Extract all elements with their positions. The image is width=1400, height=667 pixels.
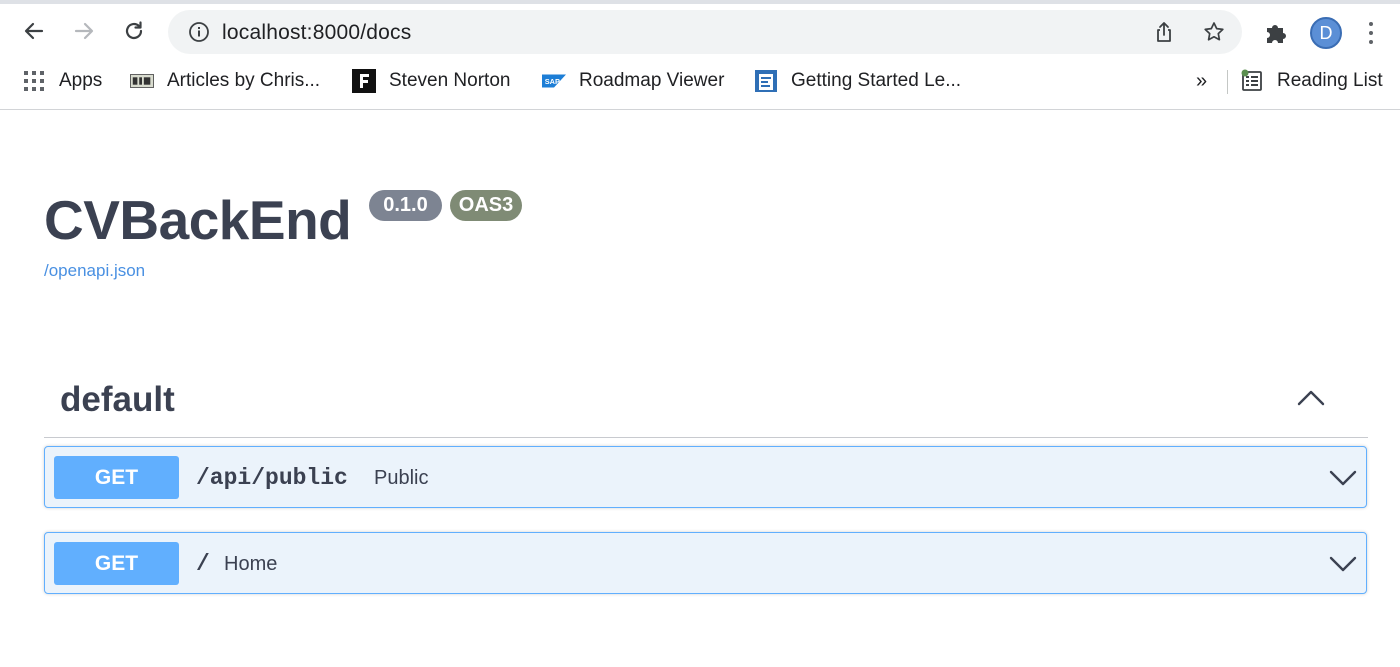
bookmark-label: Articles by Chris...: [167, 70, 321, 91]
address-url[interactable]: localhost:8000/docs: [222, 21, 411, 45]
browser-chrome: localhost:8000/docs D Apps Articles by C…: [0, 0, 1400, 110]
chevron-down-icon[interactable]: [1328, 553, 1358, 575]
browser-menu-icon[interactable]: [1364, 19, 1378, 47]
oas-badge: OAS3: [450, 190, 522, 221]
bookmark-star-icon[interactable]: [1202, 20, 1226, 44]
api-title: CVBackEnd: [44, 189, 352, 251]
arrow-right-icon: [74, 22, 94, 40]
http-method-badge: GET: [54, 542, 179, 585]
bookmark-label: Getting Started Le...: [791, 70, 962, 91]
browser-toolbar: localhost:8000/docs D: [0, 4, 1400, 60]
bookmark-label: Steven Norton: [389, 70, 511, 91]
sap-logo-icon: SAP: [542, 69, 566, 93]
bookmarks-divider: [1227, 70, 1228, 94]
reading-list-icon: [1240, 69, 1264, 93]
reading-list-button[interactable]: Reading List: [1240, 66, 1383, 96]
f-logo-icon: [352, 69, 376, 93]
http-method-badge: GET: [54, 456, 179, 499]
operation-summary: Public: [374, 467, 429, 489]
back-button[interactable]: [17, 14, 51, 48]
apps-grid-icon: [22, 69, 46, 93]
doc-page-icon: [754, 69, 778, 93]
reload-button[interactable]: [117, 14, 151, 48]
reading-list-label: Reading List: [1277, 70, 1383, 91]
bookmarks-overflow-button[interactable]: »: [1196, 70, 1207, 93]
operation-get-api-public[interactable]: GET /api/public Public: [44, 446, 1367, 508]
reload-icon: [125, 21, 143, 40]
share-icon[interactable]: [1152, 20, 1176, 44]
bookmark-apps[interactable]: Apps: [22, 66, 102, 96]
address-bar[interactable]: localhost:8000/docs: [168, 10, 1242, 54]
site-info-icon[interactable]: [188, 21, 210, 43]
svg-text:SAP: SAP: [545, 77, 560, 86]
operation-path: /: [196, 551, 210, 577]
bookmark-steven-norton[interactable]: Steven Norton: [352, 66, 510, 96]
bookmark-articles[interactable]: Articles by Chris...: [130, 66, 320, 96]
forward-button[interactable]: [67, 14, 101, 48]
operation-path: /api/public: [196, 465, 348, 491]
extensions-puzzle-icon[interactable]: [1262, 19, 1290, 47]
chrome-divider: [0, 109, 1400, 110]
cio-icon: [130, 69, 154, 93]
openapi-spec-link[interactable]: /openapi.json: [44, 261, 145, 281]
bookmark-label: Roadmap Viewer: [579, 70, 725, 91]
arrow-left-icon: [24, 22, 44, 40]
bookmark-label: Apps: [59, 70, 103, 91]
bookmark-roadmap-viewer[interactable]: SAP Roadmap Viewer: [542, 66, 724, 96]
bookmarks-bar: Apps Articles by Chris... Steven Norton …: [0, 62, 1400, 100]
tag-header-default[interactable]: default: [44, 370, 1368, 438]
operation-get-home[interactable]: GET / Home: [44, 532, 1367, 594]
version-badge: 0.1.0: [369, 190, 442, 221]
chevron-up-icon[interactable]: [1296, 386, 1326, 410]
chevron-down-icon[interactable]: [1328, 467, 1358, 489]
tag-name: default: [60, 380, 175, 419]
bookmark-getting-started[interactable]: Getting Started Le...: [754, 66, 961, 96]
profile-avatar[interactable]: D: [1310, 17, 1342, 49]
operation-summary: Home: [224, 553, 278, 575]
